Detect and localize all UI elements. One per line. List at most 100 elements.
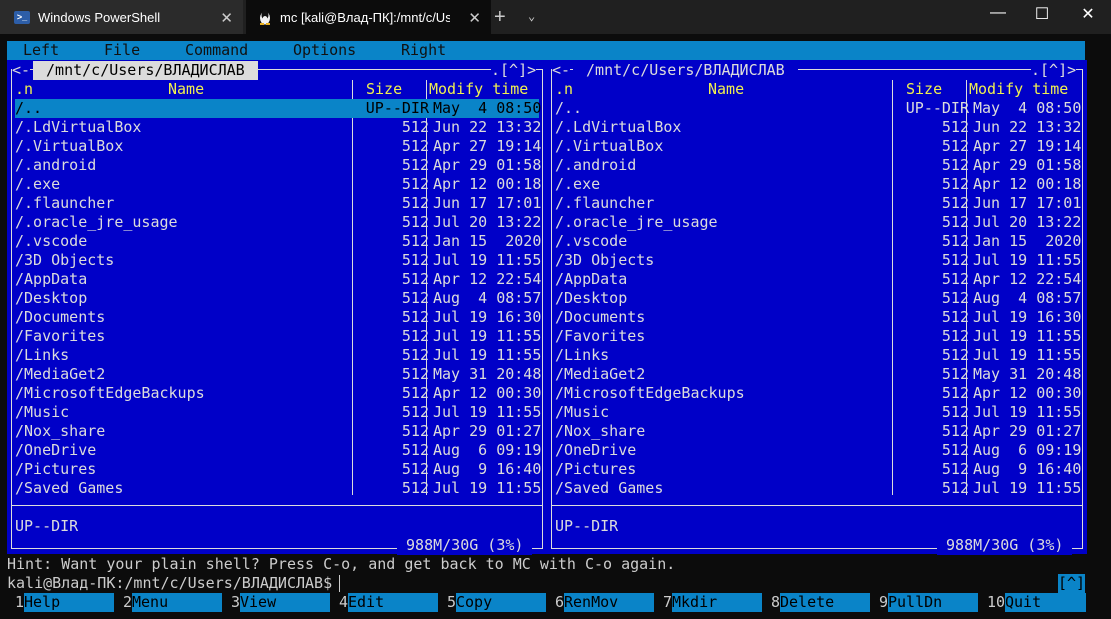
- file-name: /Nox_share: [15, 422, 106, 440]
- file-name: /Saved Games: [555, 479, 664, 497]
- file-row[interactable]: /Documents 512 Jul 19 16:30: [555, 308, 1081, 327]
- menu-file[interactable]: File: [104, 41, 140, 60]
- file-row[interactable]: /Pictures 512 Aug 9 16:40: [15, 460, 541, 479]
- column-header-size[interactable]: Size: [366, 80, 402, 99]
- file-size: UP--DIR: [365, 99, 429, 117]
- file-row[interactable]: /.LdVirtualBox 512 Jun 22 13:32: [15, 118, 541, 137]
- chevron-down-icon[interactable]: ⌄: [528, 9, 535, 23]
- file-modify-time: Jan 15 2020: [433, 232, 542, 250]
- sort-indicator[interactable]: .n: [15, 80, 33, 99]
- shell-prompt[interactable]: kali@Влад-ПК:/mnt/c/Users/ВЛАДИСЛАВ$: [7, 574, 341, 593]
- file-row[interactable]: /3D Objects 512 Jul 19 11:55: [15, 251, 541, 270]
- file-row[interactable]: /OneDrive 512 Aug 6 09:19: [15, 441, 541, 460]
- file-name: /Saved Games: [15, 479, 124, 497]
- file-name: /Pictures: [15, 460, 97, 478]
- file-modify-time: May 4 08:50: [433, 99, 542, 117]
- file-row[interactable]: /Favorites 512 Jul 19 11:55: [555, 327, 1081, 346]
- file-row[interactable]: /.. UP--DIR May 4 08:50: [15, 99, 541, 118]
- panel-path[interactable]: /mnt/c/Users/ВЛАДИСЛАВ: [33, 61, 258, 80]
- fkey-label: Mkdir: [672, 593, 762, 612]
- file-row[interactable]: /Desktop 512 Aug 4 08:57: [555, 289, 1081, 308]
- file-name: /Music: [15, 403, 70, 421]
- file-size: 512: [401, 213, 429, 231]
- file-row[interactable]: /MicrosoftEdgeBackups 512 Apr 12 00:30: [555, 384, 1081, 403]
- panel-corner-left[interactable]: <-: [12, 61, 31, 80]
- file-row[interactable]: /.oracle_jre_usage 512 Jul 20 13:22: [15, 213, 541, 232]
- file-row[interactable]: /Desktop 512 Aug 4 08:57: [15, 289, 541, 308]
- tab-mc[interactable]: mc [kali@Влад-ПК]:/mnt/c/User ✕: [246, 0, 491, 34]
- file-modify-time: Jun 17 17:01: [433, 194, 542, 212]
- file-modify-time: Apr 29 01:27: [973, 422, 1082, 440]
- fkey-label: Menu: [132, 593, 222, 612]
- file-size: 512: [941, 346, 969, 364]
- file-row[interactable]: /Favorites 512 Jul 19 11:55: [15, 327, 541, 346]
- file-row[interactable]: /Saved Games 512 Jul 19 11:55: [15, 479, 541, 498]
- file-row[interactable]: /Pictures 512 Aug 9 16:40: [555, 460, 1081, 479]
- file-row[interactable]: /AppData 512 Apr 12 22:54: [15, 270, 541, 289]
- file-row[interactable]: /.oracle_jre_usage 512 Jul 20 13:22: [555, 213, 1081, 232]
- panel-corner-left[interactable]: <-: [552, 61, 571, 80]
- panel-corner-right[interactable]: .[^]>: [1031, 61, 1077, 80]
- file-size: 512: [401, 441, 429, 459]
- file-row[interactable]: /Documents 512 Jul 19 16:30: [15, 308, 541, 327]
- file-row[interactable]: /MediaGet2 512 May 31 20:48: [15, 365, 541, 384]
- column-header-modify-time[interactable]: Modify time: [969, 80, 1068, 99]
- tab-windows-powershell[interactable]: >_ Windows PowerShell ✕: [0, 0, 243, 34]
- new-tab-button[interactable]: +: [494, 6, 506, 29]
- file-size: 512: [401, 346, 429, 364]
- file-row[interactable]: /.flauncher 512 Jun 17 17:01: [15, 194, 541, 213]
- command-history-button[interactable]: [^]: [1058, 574, 1085, 593]
- column-header-name[interactable]: Name: [168, 80, 204, 99]
- file-row[interactable]: /.vscode 512 Jan 15 2020: [15, 232, 541, 251]
- right-panel[interactable]: <- /mnt/c/Users/ВЛАДИСЛАВ .[^]> .n Name …: [547, 60, 1087, 555]
- file-row[interactable]: /.exe 512 Apr 12 00:18: [555, 175, 1081, 194]
- file-row[interactable]: /.. UP--DIR May 4 08:50: [555, 99, 1081, 118]
- close-tab-icon[interactable]: ✕: [220, 9, 233, 27]
- file-row[interactable]: /Music 512 Jul 19 11:55: [15, 403, 541, 422]
- file-row[interactable]: /Saved Games 512 Jul 19 11:55: [555, 479, 1081, 498]
- file-row[interactable]: /.vscode 512 Jan 15 2020: [555, 232, 1081, 251]
- file-row[interactable]: /.android 512 Apr 29 01:58: [15, 156, 541, 175]
- file-row[interactable]: /.VirtualBox 512 Apr 27 19:14: [555, 137, 1081, 156]
- file-row[interactable]: /OneDrive 512 Aug 6 09:19: [555, 441, 1081, 460]
- column-header-name[interactable]: Name: [708, 80, 744, 99]
- file-row[interactable]: /Nox_share 512 Apr 29 01:27: [555, 422, 1081, 441]
- text-cursor: [339, 575, 340, 592]
- maximize-button[interactable]: ☐: [1022, 4, 1062, 24]
- panel-corner-right[interactable]: .[^]>: [491, 61, 537, 80]
- file-row[interactable]: /MicrosoftEdgeBackups 512 Apr 12 00:30: [15, 384, 541, 403]
- file-row[interactable]: /Links 512 Jul 19 11:55: [15, 346, 541, 365]
- file-modify-time: May 31 20:48: [433, 365, 542, 383]
- file-row[interactable]: /Links 512 Jul 19 11:55: [555, 346, 1081, 365]
- menu-right[interactable]: Right: [401, 41, 446, 60]
- file-name: /..: [555, 99, 583, 117]
- column-header-modify-time[interactable]: Modify time: [429, 80, 528, 99]
- file-row[interactable]: /.VirtualBox 512 Apr 27 19:14: [15, 137, 541, 156]
- file-row[interactable]: /Nox_share 512 Apr 29 01:27: [15, 422, 541, 441]
- file-modify-time: Jul 19 11:55: [973, 346, 1082, 364]
- file-row[interactable]: /MediaGet2 512 May 31 20:48: [555, 365, 1081, 384]
- file-row[interactable]: /.LdVirtualBox 512 Jun 22 13:32: [555, 118, 1081, 137]
- file-size: 512: [941, 232, 969, 250]
- file-row[interactable]: /Music 512 Jul 19 11:55: [555, 403, 1081, 422]
- close-tab-icon[interactable]: ✕: [468, 9, 481, 27]
- left-panel[interactable]: <- /mnt/c/Users/ВЛАДИСЛАВ .[^]> .n Name …: [7, 60, 547, 555]
- file-row[interactable]: /3D Objects 512 Jul 19 11:55: [555, 251, 1081, 270]
- file-modify-time: Aug 9 16:40: [973, 460, 1082, 478]
- panel-path[interactable]: /mnt/c/Users/ВЛАДИСЛАВ: [573, 61, 798, 80]
- file-row[interactable]: /.flauncher 512 Jun 17 17:01: [555, 194, 1081, 213]
- fkey-label: Edit: [348, 593, 438, 612]
- close-window-button[interactable]: ✕: [1068, 4, 1108, 24]
- menu-options[interactable]: Options: [293, 41, 356, 60]
- minimize-button[interactable]: —: [978, 4, 1018, 22]
- menu-left[interactable]: Left: [23, 41, 59, 60]
- file-size: 512: [401, 327, 429, 345]
- menu-command[interactable]: Command: [185, 41, 248, 60]
- hint-line: Hint: Want your plain shell? Press C-o, …: [7, 555, 676, 573]
- sort-indicator[interactable]: .n: [555, 80, 573, 99]
- file-row[interactable]: /.exe 512 Apr 12 00:18: [15, 175, 541, 194]
- file-row[interactable]: /AppData 512 Apr 12 22:54: [555, 270, 1081, 289]
- file-modify-time: Apr 12 00:30: [433, 384, 542, 402]
- file-row[interactable]: /.android 512 Apr 29 01:58: [555, 156, 1081, 175]
- column-header-size[interactable]: Size: [906, 80, 942, 99]
